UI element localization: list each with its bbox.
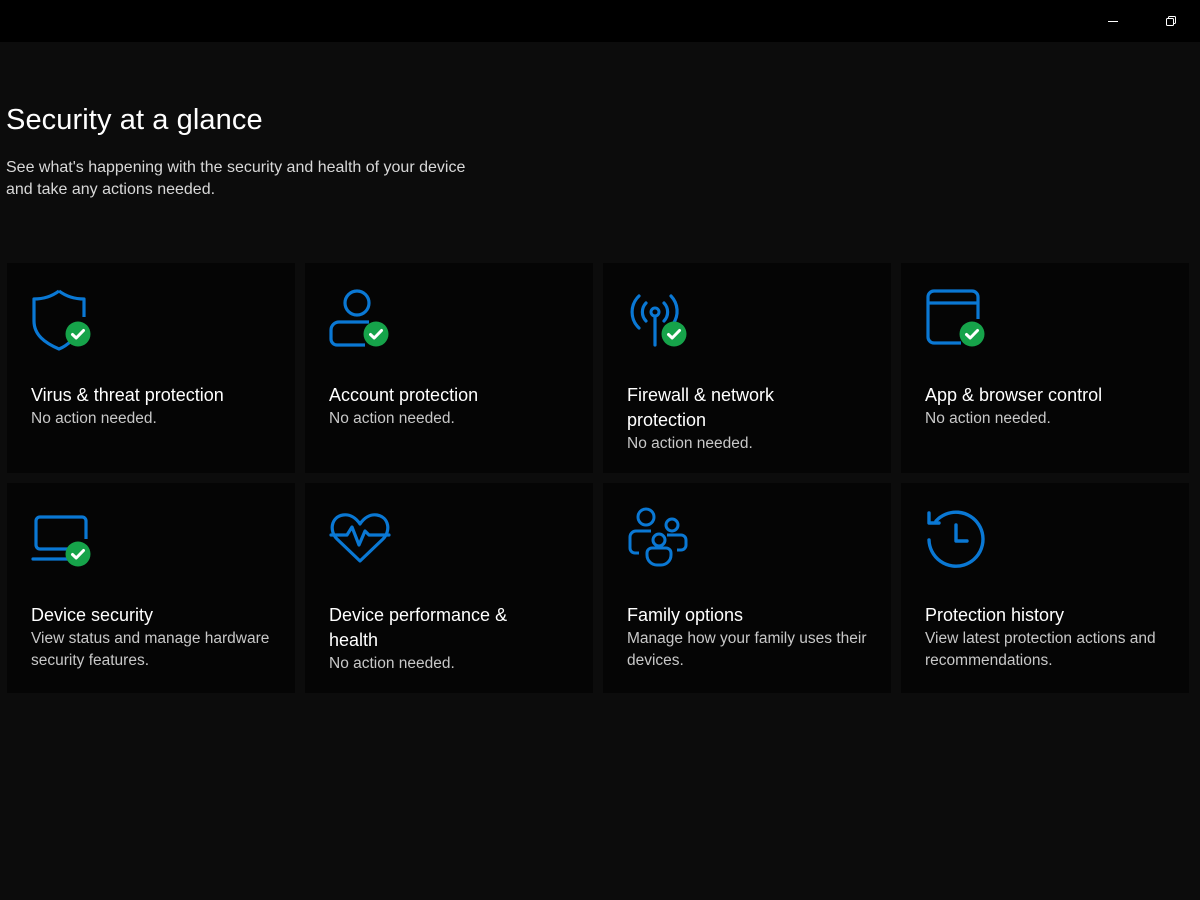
restore-icon [1166,16,1176,26]
tile-title: Firewall & network protection [627,385,775,430]
tile-icon-wrapper [627,287,697,357]
check-badge-icon [65,321,91,347]
minimize-button[interactable] [1090,0,1136,42]
tile-firewall-network-protection[interactable]: Firewall & network protection No action … [603,263,891,473]
tile-description: No action needed. [31,410,157,427]
tile-description: View latest protection actions and recom… [925,630,1156,669]
page-header: Security at a glance See what's happenin… [6,104,496,201]
check-badge-icon [65,541,91,567]
tile-title: Device performance & health [329,605,508,650]
tile-title: Device security [31,605,154,625]
tile-icon-wrapper [31,287,101,357]
heart-pulse-icon [329,513,391,563]
tile-account-protection[interactable]: Account protection No action needed. [305,263,593,473]
security-tiles-grid: Virus & threat protection No action need… [7,263,1193,693]
family-icon [628,507,688,567]
tile-icon-wrapper [925,287,995,357]
tile-app-browser-control[interactable]: App & browser control No action needed. [901,263,1189,473]
tile-description: View status and manage hardware security… [31,630,270,669]
tile-description: No action needed. [329,410,455,427]
tile-virus-threat-protection[interactable]: Virus & threat protection No action need… [7,263,295,473]
check-badge-icon [363,321,389,347]
tile-icon-wrapper [329,287,399,357]
tile-title: Protection history [925,605,1065,625]
tile-family-options[interactable]: Family options Manage how your family us… [603,483,891,693]
minimize-icon [1108,21,1118,22]
tile-description: No action needed. [925,410,1051,427]
tile-icon-wrapper [31,507,101,577]
tile-description: No action needed. [627,435,753,452]
tile-protection-history[interactable]: Protection history View latest protectio… [901,483,1189,693]
page-subtitle: See what's happening with the security a… [6,159,466,198]
tile-device-security[interactable]: Device security View status and manage h… [7,483,295,693]
tile-title: Virus & threat protection [31,385,224,405]
tile-icon-wrapper [627,507,697,577]
tile-icon-wrapper [925,507,995,577]
tile-title: Family options [627,605,744,625]
page-title: Security at a glance [6,104,263,136]
tile-description: Manage how your family uses their device… [627,630,867,669]
tile-device-performance-health[interactable]: Device performance & health No action ne… [305,483,593,693]
tile-title: App & browser control [925,385,1103,405]
restore-button[interactable] [1148,0,1194,42]
tile-title: Account protection [329,385,479,405]
tile-icon-wrapper [329,507,399,577]
check-badge-icon [661,321,687,347]
check-badge-icon [959,321,985,347]
title-bar [0,0,1200,42]
history-clock-icon [927,510,985,568]
tile-description: No action needed. [329,655,455,672]
